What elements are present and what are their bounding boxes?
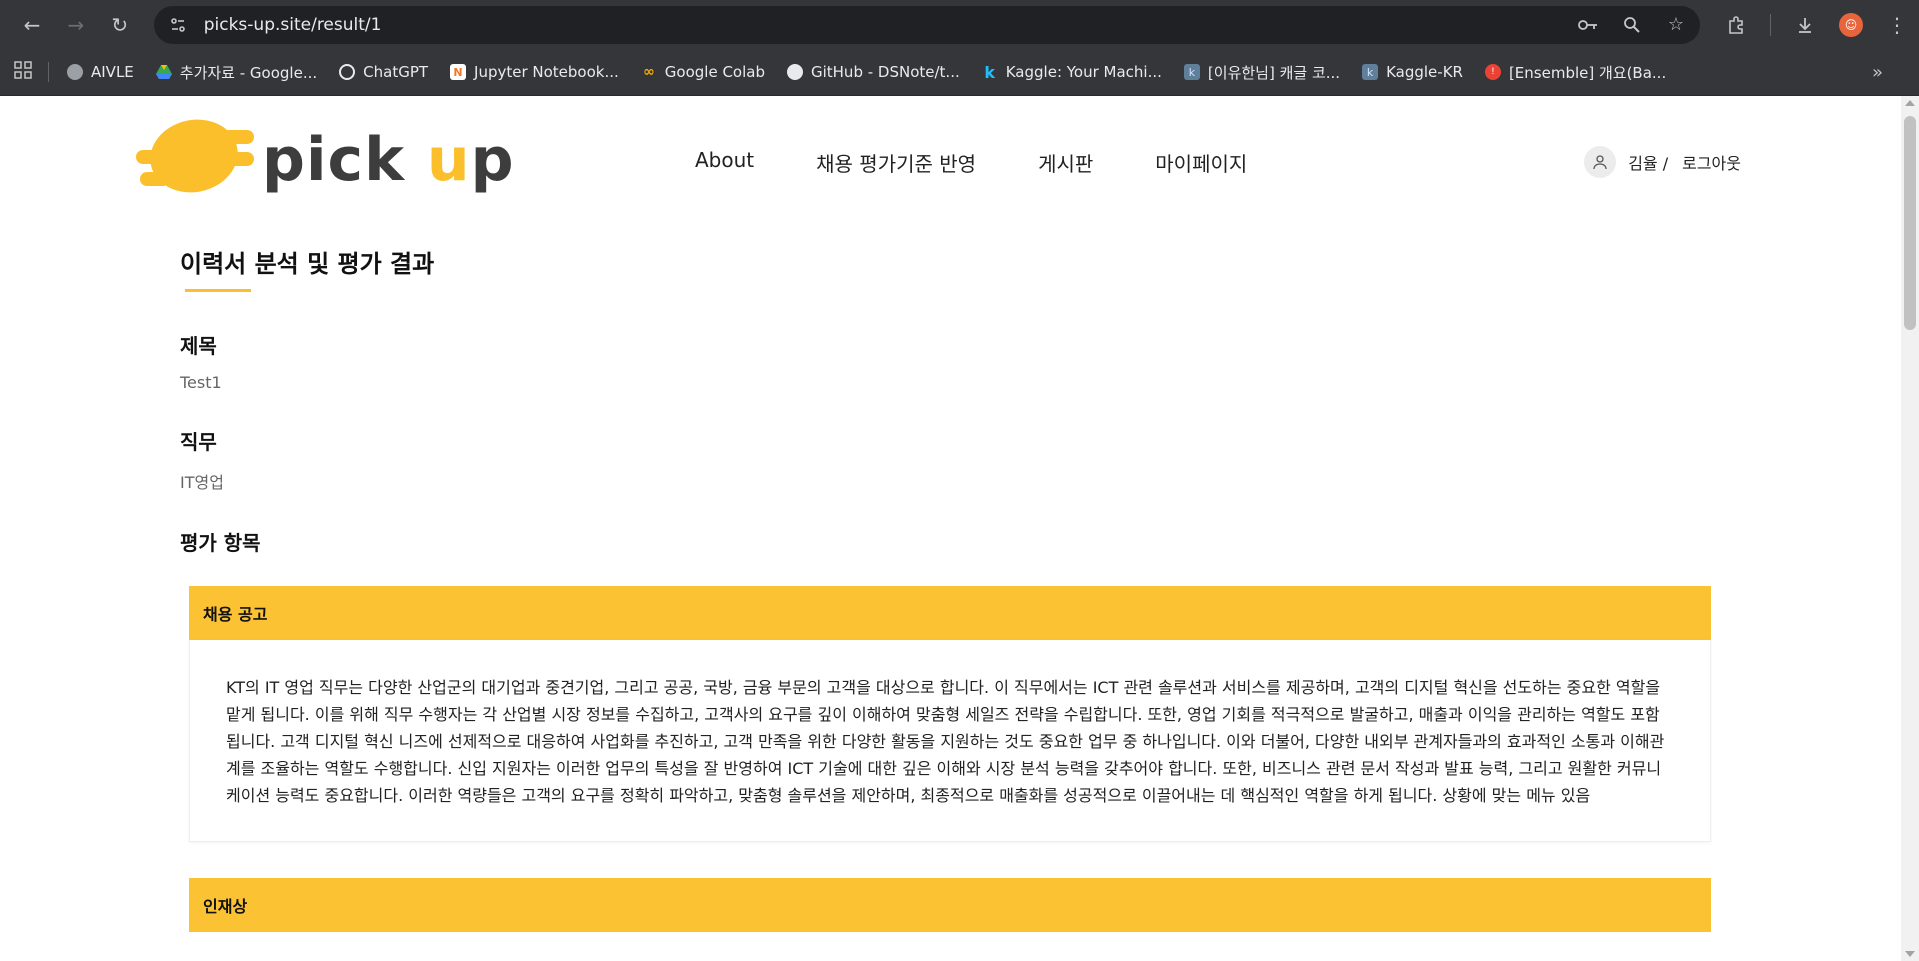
nav-about[interactable]: About [695,148,754,177]
scroll-thumb[interactable] [1904,116,1916,330]
job-label: 직무 [180,430,217,454]
card-heading: 채용 공고 [189,586,1711,640]
user-area: 김율 / 로그아웃 [1584,146,1741,178]
kaggle-icon: k [984,62,996,82]
logo-mark-icon [136,111,256,201]
user-icon[interactable] [1584,146,1617,178]
bookmark-label: Kaggle: Your Machi... [1005,63,1162,81]
menu-kebab-icon[interactable]: ⋮ [1885,13,1909,37]
user-name: 김율 / [1628,154,1669,173]
logo-wordmark: pick up [262,125,515,195]
nav-board[interactable]: 게시판 [1038,148,1093,177]
zoom-icon[interactable] [1620,13,1644,37]
bookmark-star-icon[interactable]: ☆ [1664,13,1688,37]
bookmark-item[interactable]: k [이유한님] 캐글 코... [1183,62,1341,83]
back-arrow-icon[interactable]: ← [14,7,50,43]
browser-toolbar: ← → ↻ picks-up.site/result/1 ☆ ☺ ⋮ [0,0,1919,49]
site-header: pick up About 채용 평가기준 반영 게시판 마이페이지 김율 / … [0,96,1919,224]
title-underline [185,289,251,292]
bookmark-item[interactable]: k Kaggle: Your Machi... [982,62,1162,82]
main-nav: About 채용 평가기준 반영 게시판 마이페이지 [695,148,1247,177]
card-heading: 인재상 [189,878,1711,932]
reload-icon[interactable]: ↻ [102,7,138,43]
bookmark-item[interactable]: ! [Ensemble] 개요(Ba... [1484,62,1667,83]
scroll-down-icon[interactable] [1905,951,1915,957]
kaggle-icon: k [1183,64,1200,80]
job-posting-card: 채용 공고 KT의 IT 영업 직무는 다양한 산업군의 대기업과 중견기업, … [189,586,1711,842]
jupyter-icon: N [450,64,467,80]
bookmark-item[interactable]: ∞ Google Colab [641,63,765,81]
bookmark-label: Jupyter Notebook... [474,63,619,81]
title-value: Test1 [180,373,222,392]
bookmark-item[interactable]: GitHub - DSNote/t... [786,63,960,81]
bookmark-item[interactable]: AIVLE [67,63,134,81]
velog-icon: ! [1484,64,1501,80]
url-text[interactable]: picks-up.site/result/1 [204,15,1576,35]
bookmark-label: GitHub - DSNote/t... [810,63,960,81]
title-label: 제목 [180,334,217,358]
bookmarks-bar: AIVLE 추가자료 - Google... ChatGPT N Jupyter … [0,49,1919,96]
github-icon [786,64,803,80]
site-info-icon[interactable] [166,13,190,37]
job-value: IT영업 [180,473,224,492]
site-logo[interactable]: pick up [136,111,515,201]
bookmark-label: Kaggle-KR [1386,63,1463,81]
scroll-up-icon[interactable] [1905,100,1915,106]
kaggle-icon: k [1362,64,1379,80]
bookmark-label: 추가자료 - Google... [179,63,318,82]
apps-grid-icon[interactable] [14,60,32,84]
bookmark-item[interactable]: k Kaggle-KR [1362,63,1463,81]
bookmark-label: AIVLE [91,63,134,81]
vertical-scrollbar[interactable] [1901,96,1919,961]
address-bar[interactable]: picks-up.site/result/1 ☆ [153,5,1700,44]
bookmark-label: [Ensemble] 개요(Ba... [1508,63,1667,82]
card-body: KT의 IT 영업 직무는 다양한 산업군의 대기업과 중견기업, 그리고 공공… [189,640,1711,842]
colab-icon: ∞ [642,64,655,80]
nav-criteria[interactable]: 채용 평가기준 반영 [816,148,976,177]
logout-link[interactable]: 로그아웃 [1682,150,1741,174]
bookmark-item[interactable]: N Jupyter Notebook... [450,63,619,81]
bookmark-item[interactable]: ChatGPT [339,63,428,81]
main-content: 이력서 분석 및 평가 결과 제목 Test1 직무 IT영업 평가 항목 채용… [0,244,1919,932]
page-title: 이력서 분석 및 평가 결과 [180,250,435,278]
forward-arrow-icon[interactable]: → [58,7,94,43]
google-drive-icon [155,64,172,80]
toolbar-divider [1769,13,1771,36]
bookmark-item[interactable]: 추가자료 - Google... [155,62,318,83]
talent-card: 인재상 [189,878,1711,932]
web-page: pick up About 채용 평가기준 반영 게시판 마이페이지 김율 / … [0,96,1919,961]
more-bookmarks-icon[interactable]: » [1872,62,1883,83]
download-icon[interactable] [1793,13,1817,37]
bookmark-label: [이유한님] 캐글 코... [1207,63,1341,82]
bookmarks-divider [48,62,49,82]
eval-label: 평가 항목 [180,531,261,555]
globe-icon [67,64,83,80]
bookmark-label: ChatGPT [363,63,429,81]
nav-mypage[interactable]: 마이페이지 [1155,148,1247,177]
profile-avatar-icon[interactable]: ☺ [1838,12,1863,37]
bookmark-label: Google Colab [664,63,765,81]
chatgpt-icon [339,64,356,80]
extensions-icon[interactable] [1724,13,1748,37]
password-key-icon[interactable] [1576,13,1600,37]
